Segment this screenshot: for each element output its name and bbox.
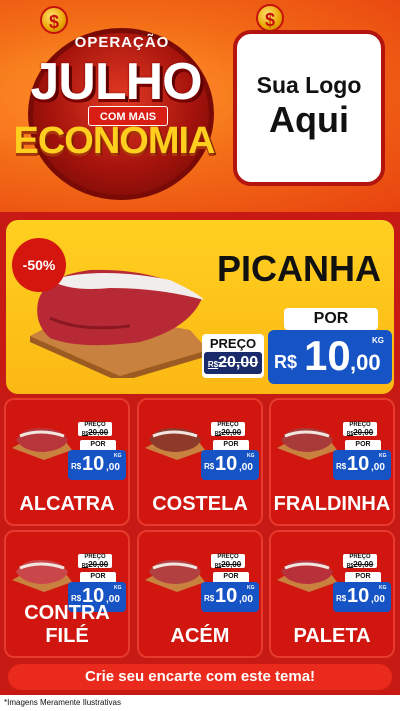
featured-name: PICANHA: [216, 248, 381, 289]
product-image: [145, 428, 205, 460]
featured-price: R$ 10 ,00 KG: [268, 330, 392, 384]
old-price-tag: PREÇO R$20,00: [211, 422, 245, 437]
old-price-tag: PREÇO R$20,00: [78, 554, 112, 569]
price-block: PREÇO R$20,00 POR R$ 10,00 KG: [331, 422, 393, 480]
old-price: R$20,00: [204, 352, 262, 374]
por-label: POR: [213, 440, 249, 450]
price-integer: 10: [304, 332, 351, 379]
por-label: POR: [345, 440, 381, 450]
old-price-tag: PREÇO R$20,00: [343, 422, 377, 437]
old-price-tag: PREÇO R$20,00: [202, 334, 264, 378]
header-banner: $ $ OPERAÇÃO JULHO COM MAIS ECONOMIA Sua…: [0, 0, 400, 212]
product-image: [277, 560, 337, 592]
product-card[interactable]: PREÇO R$20,00 POR R$ 10,00 KG CONTRA FILÉ: [4, 530, 130, 658]
logo-line1: Sua Logo: [256, 72, 362, 98]
product-name: ACÉM: [170, 625, 230, 647]
old-price-tag: PREÇO R$20,00: [211, 554, 245, 569]
coin-icon: $: [40, 6, 68, 34]
price-value: R$ 10,00 KG: [201, 450, 259, 480]
price-value: R$ 10,00 KG: [333, 450, 391, 480]
preco-label: PREÇO: [209, 336, 257, 351]
featured-product[interactable]: -50% PICANHA PREÇO R$20,00 POR R$ 10 ,00…: [6, 220, 394, 394]
badge-bottom-text: ECONOMIA: [13, 120, 216, 162]
price-block: PREÇO R$20,00 POR R$ 10,00 KG: [331, 554, 393, 612]
price-value: R$ 10,00 KG: [68, 450, 126, 480]
price-block: PREÇO R$20,00 POR R$ 10,00 KG: [199, 422, 261, 480]
discount-badge: -50%: [12, 238, 66, 292]
price-value: R$ 10,00 KG: [333, 582, 391, 612]
product-name: PALETA: [293, 625, 371, 647]
por-label: POR: [80, 440, 116, 450]
product-card[interactable]: PREÇO R$20,00 POR R$ 10,00 KG ALCATRA: [4, 398, 130, 526]
price-value: R$ 10,00 KG: [201, 582, 259, 612]
coin-icon: $: [256, 4, 284, 32]
product-image: [12, 428, 72, 460]
product-name: CONTRA FILÉ: [24, 602, 110, 647]
product-card[interactable]: PREÇO R$20,00 POR R$ 10,00 KG ACÉM: [137, 530, 263, 658]
product-name: FRALDINHA: [273, 493, 391, 515]
product-name: ALCATRA: [19, 493, 115, 515]
product-name: COSTELA: [152, 493, 248, 515]
old-price-tag: PREÇO R$20,00: [343, 554, 377, 569]
cta-banner[interactable]: Crie seu encarte com este tema!: [8, 664, 392, 690]
product-image: [145, 560, 205, 592]
product-card[interactable]: PREÇO R$20,00 POR R$ 10,00 KG COSTELA: [137, 398, 263, 526]
product-card[interactable]: PREÇO R$20,00 POR R$ 10,00 KG PALETA: [269, 530, 395, 658]
por-label: POR: [284, 308, 378, 330]
price-block: PREÇO R$20,00 POR R$ 10,00 KG: [199, 554, 261, 612]
por-label: POR: [213, 572, 249, 582]
product-card[interactable]: PREÇO R$20,00 POR R$ 10,00 KG FRALDINHA: [269, 398, 395, 526]
product-image: [12, 560, 72, 592]
badge-top-text: OPERAÇÃO: [74, 34, 170, 51]
logo-line2: Aqui: [269, 99, 349, 140]
currency: R$: [274, 352, 298, 372]
por-label: POR: [80, 572, 116, 582]
price-block: PREÇO R$20,00 POR R$ 10,00 KG: [66, 422, 128, 480]
footnote: *Imagens Meramente Ilustrativas: [0, 695, 400, 711]
old-price-tag: PREÇO R$20,00: [78, 422, 112, 437]
product-image: [277, 428, 337, 460]
badge-main-text: JULHO: [30, 53, 202, 111]
unit: KG: [372, 336, 384, 345]
price-cents: ,00: [350, 350, 381, 375]
logo-placeholder[interactable]: Sua Logo Aqui: [233, 30, 385, 186]
por-label: POR: [345, 572, 381, 582]
